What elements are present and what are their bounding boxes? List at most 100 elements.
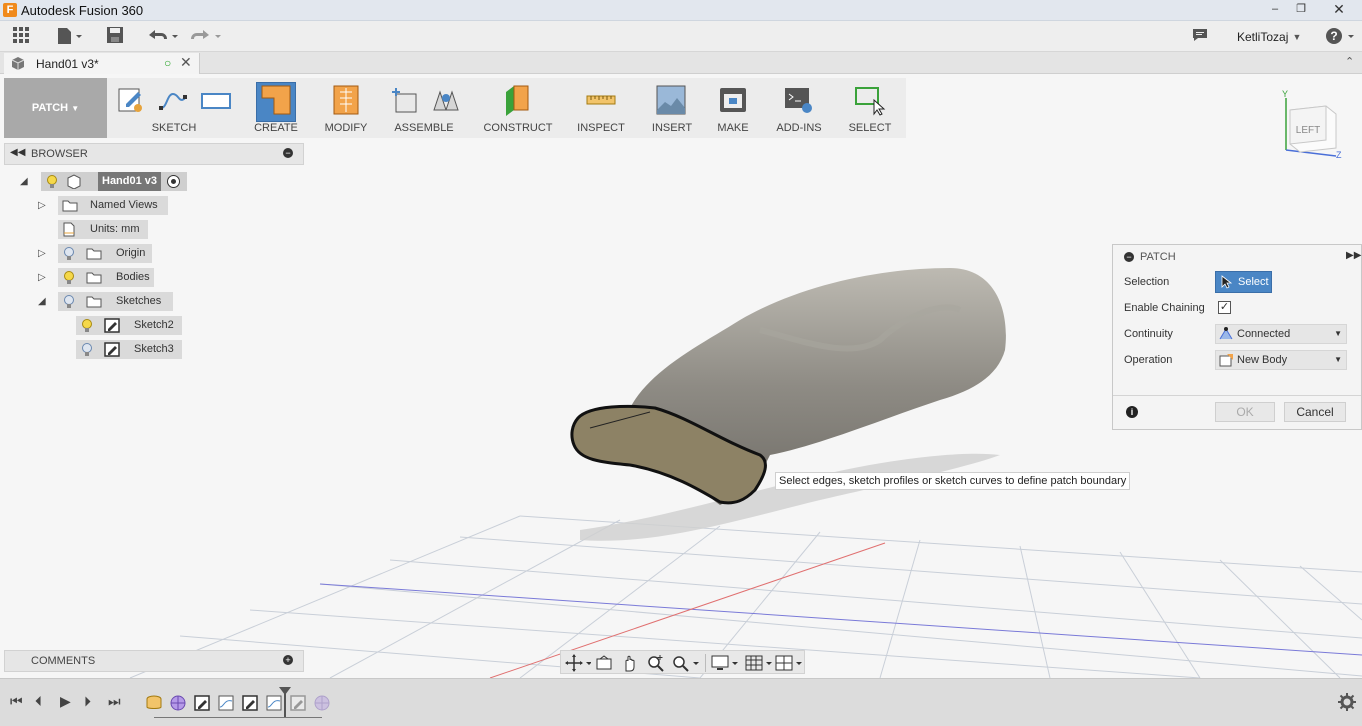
continuity-dropdown[interactable]: Connected ▼ xyxy=(1215,324,1347,344)
lightbulb-on-icon[interactable] xyxy=(63,271,75,285)
tree-item-sketch2[interactable]: Sketch2 xyxy=(76,316,182,335)
look-at-icon[interactable] xyxy=(595,654,613,672)
scripts-icon[interactable] xyxy=(783,84,815,116)
fit-zoom-icon[interactable] xyxy=(671,654,701,672)
browser-minimize-icon[interactable]: − xyxy=(283,148,293,158)
enable-chaining-checkbox[interactable]: ✓ xyxy=(1218,301,1231,314)
insert-group[interactable]: INSERT xyxy=(644,78,700,138)
modify-icon[interactable] xyxy=(330,84,362,116)
timeline-settings-gear-icon[interactable] xyxy=(1338,693,1356,711)
timeline-feature-form-icon[interactable] xyxy=(170,695,186,711)
go-to-end-icon[interactable]: ⏭ xyxy=(108,693,121,710)
orbit-icon[interactable] xyxy=(565,654,591,672)
lightbulb-on-icon[interactable] xyxy=(46,175,58,189)
timeline-feature-sketch-icon[interactable] xyxy=(242,695,258,711)
rectangle-icon[interactable] xyxy=(200,84,232,114)
create-group[interactable]: CREATE xyxy=(245,78,307,138)
data-panel-grid-icon[interactable] xyxy=(10,26,32,48)
joint-icon[interactable] xyxy=(430,84,462,116)
select-cursor-icon[interactable] xyxy=(854,84,886,116)
construct-group[interactable]: CONSTRUCT xyxy=(476,78,560,138)
new-component-icon[interactable] xyxy=(388,84,420,116)
view-cube[interactable]: Y Z LEFT xyxy=(1276,88,1348,160)
add-comment-icon[interactable]: + xyxy=(283,655,293,665)
document-tab[interactable]: Hand01 v3* ○ ✕ xyxy=(4,53,200,74)
display-settings-icon[interactable] xyxy=(711,654,741,672)
tree-root[interactable]: Hand01 v3 xyxy=(41,172,187,191)
offset-plane-icon[interactable] xyxy=(502,84,534,116)
sketch-group[interactable]: SKETCH xyxy=(110,78,238,138)
viewports-icon[interactable] xyxy=(775,654,805,672)
ok-button[interactable]: OK xyxy=(1215,402,1275,422)
step-forward-icon[interactable]: ⏵ xyxy=(84,693,91,710)
inspect-group[interactable]: INSPECT xyxy=(570,78,632,138)
go-to-start-icon[interactable]: ⏮ xyxy=(10,693,23,710)
timeline-feature-form-icon[interactable] xyxy=(314,695,330,711)
notifications-icon[interactable] xyxy=(1190,26,1210,48)
minimize-button[interactable]: – xyxy=(1263,1,1287,18)
lightbulb-off-icon[interactable] xyxy=(63,295,75,309)
select-group[interactable]: SELECT xyxy=(840,78,900,138)
close-tab-icon[interactable]: ✕ xyxy=(180,54,192,71)
undo-icon[interactable] xyxy=(145,26,179,48)
origin-expand-icon[interactable]: ▷ xyxy=(38,248,50,260)
make-group[interactable]: MAKE xyxy=(708,78,758,138)
timeline-feature-sketch-icon[interactable] xyxy=(194,695,210,711)
user-name[interactable]: KetliTozaj xyxy=(1237,30,1288,44)
restore-button[interactable]: ❐ xyxy=(1289,1,1313,18)
insert-image-icon[interactable] xyxy=(655,84,687,116)
step-back-icon[interactable]: ⏴ xyxy=(35,693,42,710)
sketches-expand-icon[interactable]: ◢ xyxy=(38,296,50,308)
viewcube-axis-y: Y xyxy=(1282,89,1288,99)
timeline-marker-head-icon[interactable] xyxy=(279,687,291,695)
select-button[interactable]: Select xyxy=(1215,271,1272,293)
timeline-feature-sketch-icon[interactable] xyxy=(290,695,306,711)
file-menu-icon[interactable] xyxy=(54,26,84,48)
assemble-group[interactable]: ASSEMBLE xyxy=(382,78,466,138)
lightbulb-off-icon[interactable] xyxy=(63,247,75,261)
collapse-toolbar-icon[interactable]: ⌃ xyxy=(1345,55,1354,68)
cancel-button[interactable]: Cancel xyxy=(1284,402,1346,422)
patch-surface-icon[interactable] xyxy=(260,84,292,116)
timeline-feature-spline-icon[interactable] xyxy=(218,695,234,711)
spline-icon[interactable] xyxy=(158,84,188,114)
help-icon[interactable]: ? xyxy=(1324,26,1358,48)
operation-dropdown[interactable]: New Body ▼ xyxy=(1215,350,1347,370)
dialog-minimize-icon[interactable]: − xyxy=(1124,252,1134,262)
info-icon[interactable]: i xyxy=(1126,406,1138,418)
zoom-icon[interactable] xyxy=(647,654,665,672)
workspace-switcher[interactable]: PATCH ▼ xyxy=(4,78,107,138)
redo-icon[interactable] xyxy=(189,26,223,48)
tree-item-units[interactable]: Units: mm xyxy=(58,220,148,239)
timeline-feature-spline-icon[interactable] xyxy=(266,695,282,711)
tree-item-bodies[interactable]: Bodies xyxy=(58,268,154,287)
play-icon[interactable]: ▶ xyxy=(60,693,71,710)
add-ins-group[interactable]: ADD-INS xyxy=(768,78,830,138)
user-menu-chevron-icon[interactable]: ▼ xyxy=(1292,26,1302,48)
create-sketch-icon[interactable] xyxy=(116,84,146,114)
comments-panel[interactable]: COMMENTS + xyxy=(4,650,304,672)
viewcube-face-label: LEFT xyxy=(1296,125,1320,136)
lightbulb-on-icon[interactable] xyxy=(81,319,93,333)
tree-item-origin[interactable]: Origin xyxy=(58,244,152,263)
close-window-button[interactable]: ✕ xyxy=(1327,1,1351,18)
root-expand-icon[interactable]: ◢ xyxy=(20,176,32,188)
tree-item-sketch3[interactable]: Sketch3 xyxy=(76,340,182,359)
browser-header[interactable]: ◀◀ BROWSER − xyxy=(4,143,304,165)
grid-settings-icon[interactable] xyxy=(745,654,775,672)
lightbulb-off-icon[interactable] xyxy=(81,343,93,357)
dialog-expand-icon[interactable]: ▶▶ xyxy=(1346,250,1361,261)
collapse-browser-icon[interactable]: ◀◀ xyxy=(10,147,25,158)
modify-group[interactable]: MODIFY xyxy=(316,78,376,138)
folder-icon xyxy=(86,248,102,260)
pan-hand-icon[interactable] xyxy=(621,653,639,673)
activate-radio-icon[interactable] xyxy=(167,175,180,188)
3d-print-icon[interactable] xyxy=(717,84,749,116)
timeline-feature-component-icon[interactable] xyxy=(146,695,162,711)
save-icon[interactable] xyxy=(105,26,125,48)
bodies-expand-icon[interactable]: ▷ xyxy=(38,272,50,284)
tree-item-named-views[interactable]: Named Views xyxy=(58,196,168,215)
measure-icon[interactable] xyxy=(585,84,617,116)
named-views-expand-icon[interactable]: ▷ xyxy=(38,200,50,212)
tree-item-sketches[interactable]: Sketches xyxy=(58,292,173,311)
